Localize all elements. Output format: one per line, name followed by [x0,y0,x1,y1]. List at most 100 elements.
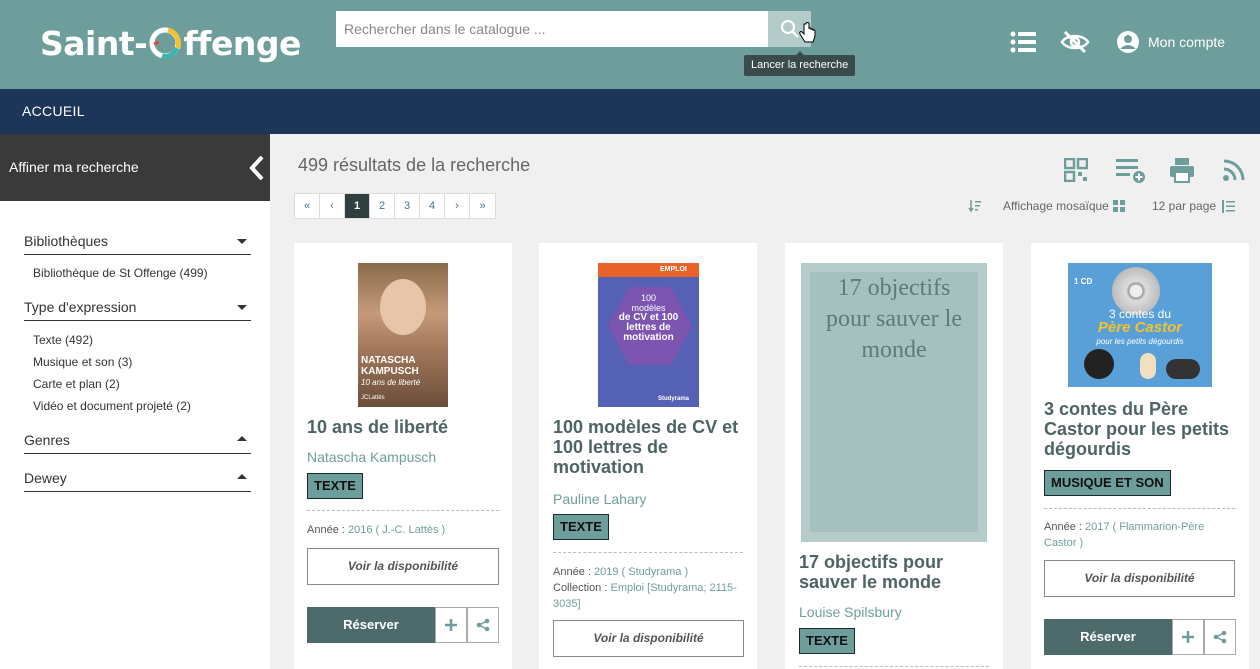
book-cover[interactable]: NATASCHA KAMPUSCH 10 ans de liberté JCLa… [358,263,448,407]
pager-page[interactable]: 4 [420,194,445,218]
per-page-select[interactable]: 12 par page [1152,199,1236,213]
facet-genres[interactable]: Genres [24,428,251,454]
publisher-value[interactable]: ( Studyrama ) [622,566,689,578]
logo-o-icon [148,26,182,60]
type-badge: TEXTE [799,628,855,654]
display-mode-label: Affichage mosaïque [1003,199,1109,213]
result-card: EMPLOI 100 modèles de CV et 100 lettres … [539,243,757,669]
result-card: 17 objectifs pour sauver le monde 17 obj… [785,243,1003,669]
facet-item[interactable]: Carte et plan (2) [33,377,120,391]
add-to-basket-button[interactable] [435,607,467,643]
list-numbered-icon [1222,199,1236,213]
pager-prev[interactable]: ‹ [320,194,345,218]
card-author[interactable]: Louise Spilsbury [799,604,902,620]
pager-page[interactable]: 2 [370,194,395,218]
rss-button[interactable] [1219,155,1249,185]
site-logo[interactable]: Saint- ffenge [40,20,301,66]
card-meta: Année : 2016 ( J.-C. Lattès ) [307,522,499,538]
list-view-button[interactable] [1008,27,1038,57]
card-title[interactable]: 10 ans de liberté [307,417,502,437]
divider [799,666,989,667]
qr-code-icon [1064,158,1088,182]
caret-down-icon [237,305,247,310]
card-author[interactable]: Natascha Kampusch [307,449,436,465]
availability-button[interactable]: Voir la disponibilité [307,548,499,585]
sidebar-header: Affiner ma recherche [0,134,270,201]
year-value[interactable]: 2016 [348,524,372,536]
per-page-label: 12 par page [1152,199,1217,213]
pager-page[interactable]: 3 [395,194,420,218]
cursor-hand-icon [799,22,816,43]
pagination: « ‹ 1 2 3 4 › » [294,193,496,219]
share-button[interactable] [467,607,499,643]
collection-label: Collection : [553,582,611,594]
cover-text: 100 [640,293,657,303]
facet-type-expression[interactable]: Type d'expression [24,295,251,321]
printer-icon [1170,158,1194,183]
card-title[interactable]: 17 objectifs pour sauver le monde [799,552,994,592]
cover-text: pour les petits dégourdis [1096,337,1184,346]
year-value[interactable]: 2019 [594,566,618,578]
facet-item[interactable]: Bibliothèque de St Offenge (499) [33,266,208,280]
publisher-value[interactable]: ( J.-C. Lattès ) [376,524,446,536]
list-add-icon [1116,159,1145,183]
rss-icon [1223,159,1245,181]
account-label: Mon compte [1148,34,1226,50]
result-card: NATASCHA KAMPUSCH 10 ans de liberté JCLa… [294,243,512,669]
card-author[interactable]: Pauline Lahary [553,491,646,507]
display-mode-select[interactable]: Affichage mosaïque [1003,199,1125,213]
filter-sidebar: Affiner ma recherche Bibliothèques Bibli… [0,134,270,669]
plus-icon [1182,631,1194,643]
cover-placeholder-text: 17 objectifs pour sauver le monde [826,275,962,363]
sort-button[interactable] [968,199,982,213]
book-cover[interactable]: 1 CD 3 contes du Père Castor pour les pe… [1068,263,1212,387]
print-button[interactable] [1167,155,1197,185]
facet-item[interactable]: Texte (492) [33,333,93,347]
sidebar-title: Affiner ma recherche [9,159,139,175]
book-cover[interactable]: EMPLOI 100 modèles de CV et 100 lettres … [598,263,699,407]
search-input[interactable] [336,11,769,47]
facet-label: Genres [24,432,70,448]
qr-code-button[interactable] [1061,155,1091,185]
facet-bibliotheques[interactable]: Bibliothèques [24,229,251,255]
account-menu[interactable]: Mon compte [1116,29,1225,55]
accessibility-toggle-button[interactable] [1060,27,1090,57]
reserve-button[interactable]: Réserver [1044,619,1172,655]
divider [307,510,499,511]
add-to-list-button[interactable] [1114,155,1148,185]
grid-icon [1112,200,1125,212]
card-meta: Année : 2019 ( Studyrama ) Collection : … [553,564,743,612]
availability-button[interactable]: Voir la disponibilité [1044,560,1235,597]
pager-first[interactable]: « [295,194,320,218]
divider [553,552,743,553]
card-title[interactable]: 100 modèles de CV et 100 lettres de moti… [553,417,748,477]
collapse-sidebar-button[interactable] [246,154,268,182]
caret-up-icon [237,474,247,479]
add-to-basket-button[interactable] [1172,619,1204,655]
card-title[interactable]: 3 contes du Père Castor pour les petits … [1044,399,1239,459]
cover-text: NATASCHA [361,355,416,366]
pager-next[interactable]: › [445,194,470,218]
chevron-left-icon [249,155,264,181]
book-cover-placeholder[interactable]: 17 objectifs pour sauver le monde [801,263,987,542]
cover-text: 1 CD [1074,277,1093,286]
pager-page[interactable]: 1 [345,194,370,218]
cover-text: motivation [623,332,674,343]
result-card: 1 CD 3 contes du Père Castor pour les pe… [1031,243,1249,669]
results-count: 499 résultats de la recherche [298,155,531,175]
reserve-button[interactable]: Réserver [307,607,435,643]
caret-down-icon [237,239,247,244]
year-label: Année : [307,524,348,536]
nav-home-link[interactable]: ACCUEIL [22,103,85,119]
year-value[interactable]: 2017 [1085,521,1109,533]
search-tooltip: Lancer la recherche [744,51,856,76]
availability-button[interactable]: Voir la disponibilité [553,620,744,657]
facet-dewey[interactable]: Dewey [24,466,251,492]
cover-text: JCLattès [361,395,385,401]
share-button[interactable] [1204,619,1236,655]
pager-last[interactable]: » [470,194,495,218]
share-icon [1213,630,1227,644]
facet-item[interactable]: Vidéo et document projeté (2) [33,399,191,413]
facet-item[interactable]: Musique et son (3) [33,355,132,369]
facet-label: Type d'expression [24,299,137,315]
